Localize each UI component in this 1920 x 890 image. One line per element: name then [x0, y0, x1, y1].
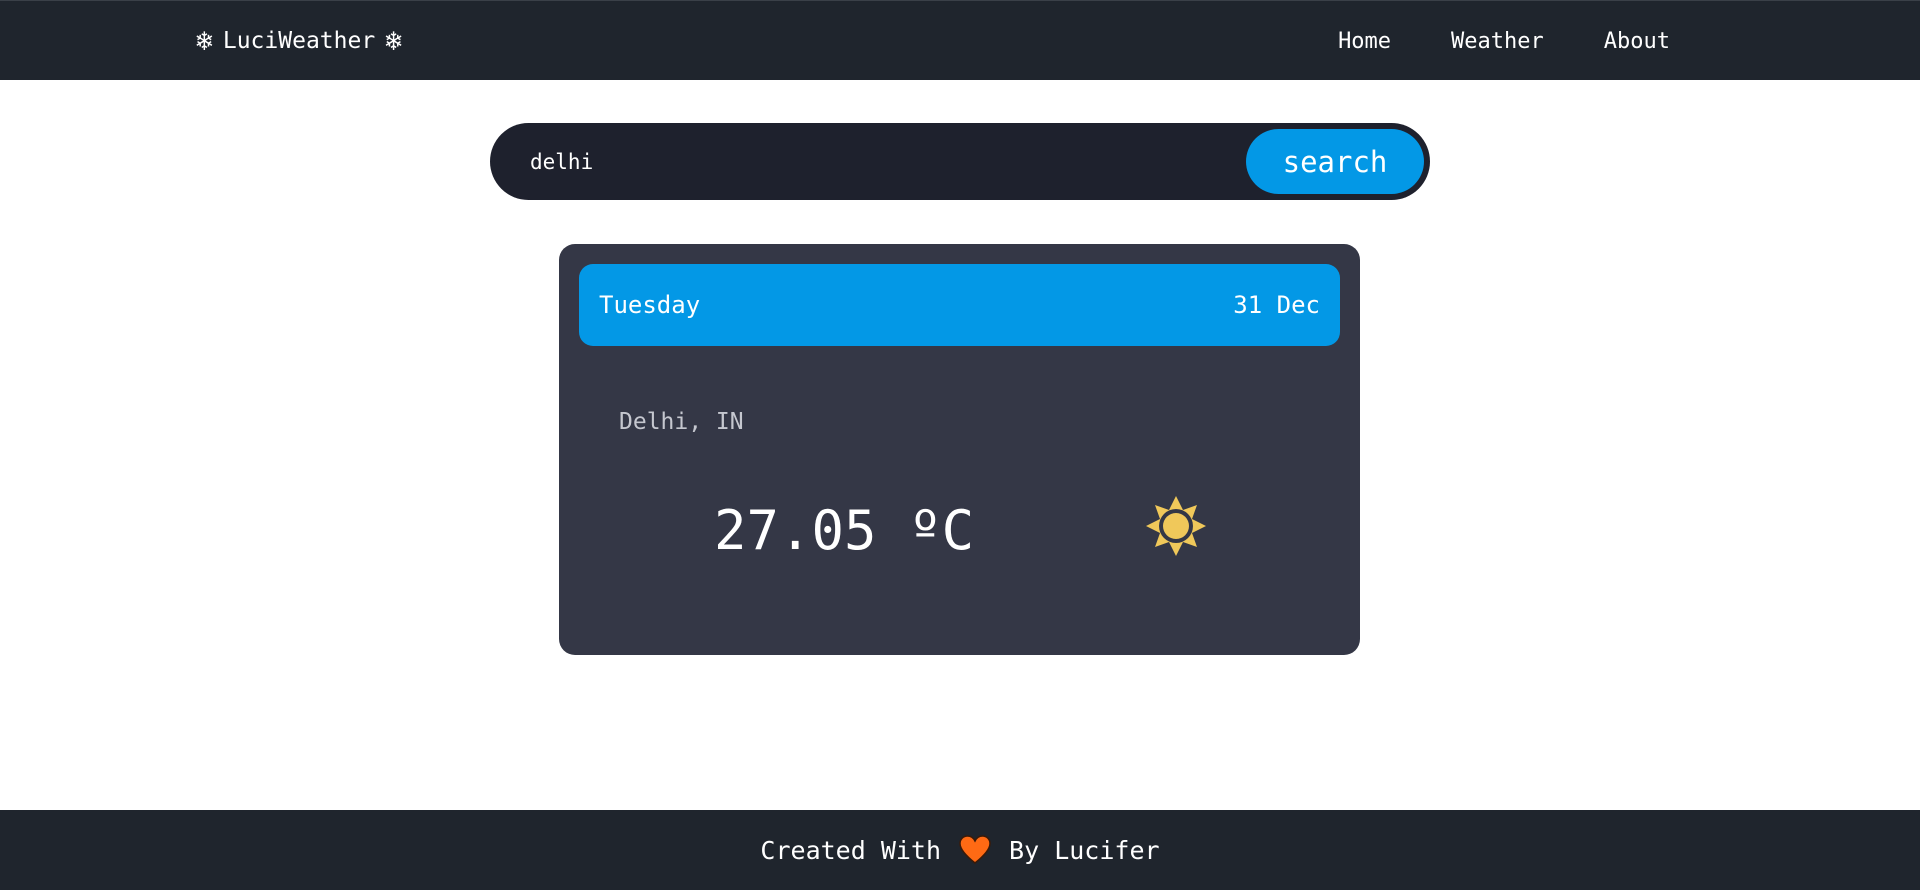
- location-label: Delhi, IN: [619, 409, 744, 435]
- weather-card: Tuesday 31 Dec Delhi, IN 27.05 ºC: [559, 244, 1360, 655]
- search-bar: search: [490, 123, 1430, 200]
- date-bar: Tuesday 31 Dec: [579, 264, 1340, 346]
- day-label: Tuesday: [599, 291, 701, 319]
- sun-icon: [1146, 496, 1206, 556]
- footer-prefix: Created With: [760, 835, 942, 865]
- snowflake-icon: ❄: [385, 24, 403, 57]
- search-button[interactable]: search: [1246, 129, 1424, 194]
- brand-name: LuciWeather: [222, 28, 376, 54]
- nav-links: Home Weather About: [1338, 23, 1670, 59]
- nav-link-about[interactable]: About: [1604, 29, 1670, 54]
- search-input[interactable]: [530, 135, 1210, 188]
- nav-link-home[interactable]: Home: [1338, 29, 1391, 54]
- heart-icon: [959, 835, 991, 864]
- snowflake-icon: ❄: [196, 24, 213, 57]
- nav-link-weather[interactable]: Weather: [1451, 29, 1544, 54]
- temperature-value: 27.05 ºC: [714, 499, 975, 562]
- footer-suffix: By Lucifer: [1009, 835, 1160, 865]
- navbar: ❄ LuciWeather ❄ Home Weather About: [0, 0, 1920, 80]
- brand[interactable]: ❄ LuciWeather ❄: [196, 23, 402, 59]
- date-label: 31 Dec: [1233, 291, 1320, 319]
- footer: Created With By Lucifer: [0, 810, 1920, 890]
